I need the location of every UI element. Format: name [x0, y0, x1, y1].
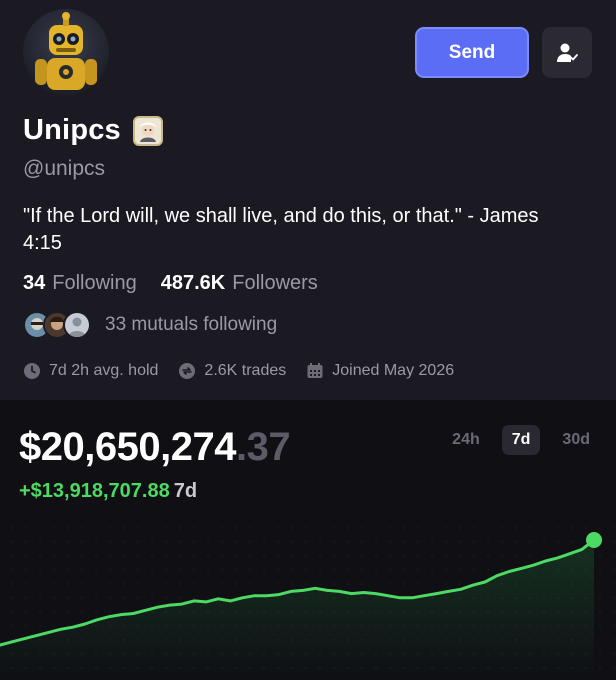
range-24h-button[interactable]: 24h — [442, 425, 490, 455]
verified-badge-icon — [132, 115, 163, 146]
following-label: Following — [52, 272, 137, 294]
mutuals-row[interactable]: 33 mutuals following — [23, 311, 277, 339]
followers-stat[interactable]: 487.6K Followers — [161, 272, 318, 295]
following-count: 34 — [23, 272, 46, 294]
trader-meta: 7d 2h avg. hold 2.6K trades Joined May 2… — [23, 362, 474, 380]
range-30d-button[interactable]: 30d — [552, 425, 600, 455]
follow-button[interactable] — [542, 27, 592, 78]
trades-text: 2.6K trades — [204, 362, 287, 379]
balance-main: $20,650,274 — [19, 425, 236, 469]
following-stat[interactable]: 34 Following — [23, 272, 137, 295]
portfolio-chart-panel: $20,650,274.37 +$13,918,707.88 7d 24h 7d … — [0, 400, 616, 680]
send-button[interactable]: Send — [415, 27, 529, 78]
change-amount: +$13,918,707.88 — [19, 480, 170, 502]
follow-stats: 34 Following 487.6K Followers — [23, 272, 342, 295]
profile-name: Unipcs — [23, 114, 121, 146]
portfolio-balance: $20,650,274.37 — [19, 425, 291, 470]
followers-count: 487.6K — [160, 272, 226, 294]
avg-hold-text: 7d 2h avg. hold — [49, 362, 159, 379]
profile-avatar[interactable] — [23, 9, 109, 95]
followers-label: Followers — [232, 272, 318, 294]
joined-text: Joined May 2026 — [332, 362, 455, 379]
chart-area-fill — [0, 540, 594, 680]
profile-handle: @unipcs — [23, 157, 106, 180]
clock-icon — [24, 363, 40, 379]
time-range-selector: 24h 7d 30d — [430, 425, 600, 455]
balance-cents: .37 — [235, 425, 291, 469]
trades-icon — [179, 363, 196, 379]
portfolio-change: +$13,918,707.88 7d — [19, 480, 197, 503]
robot-avatar-image — [35, 12, 97, 90]
mutual-avatar — [63, 311, 91, 339]
chart-current-point — [586, 532, 602, 548]
calendar-icon — [307, 363, 323, 378]
user-check-icon — [557, 43, 578, 62]
profile-bio: "If the Lord will, we shall live, and do… — [23, 205, 539, 254]
change-period: 7d — [173, 480, 198, 502]
range-7d-button[interactable]: 7d — [501, 425, 541, 455]
mutuals-text: 33 mutuals following — [105, 314, 278, 335]
profile-header: Send Unipcs @unipcs "If the Lord will, w… — [0, 0, 616, 400]
